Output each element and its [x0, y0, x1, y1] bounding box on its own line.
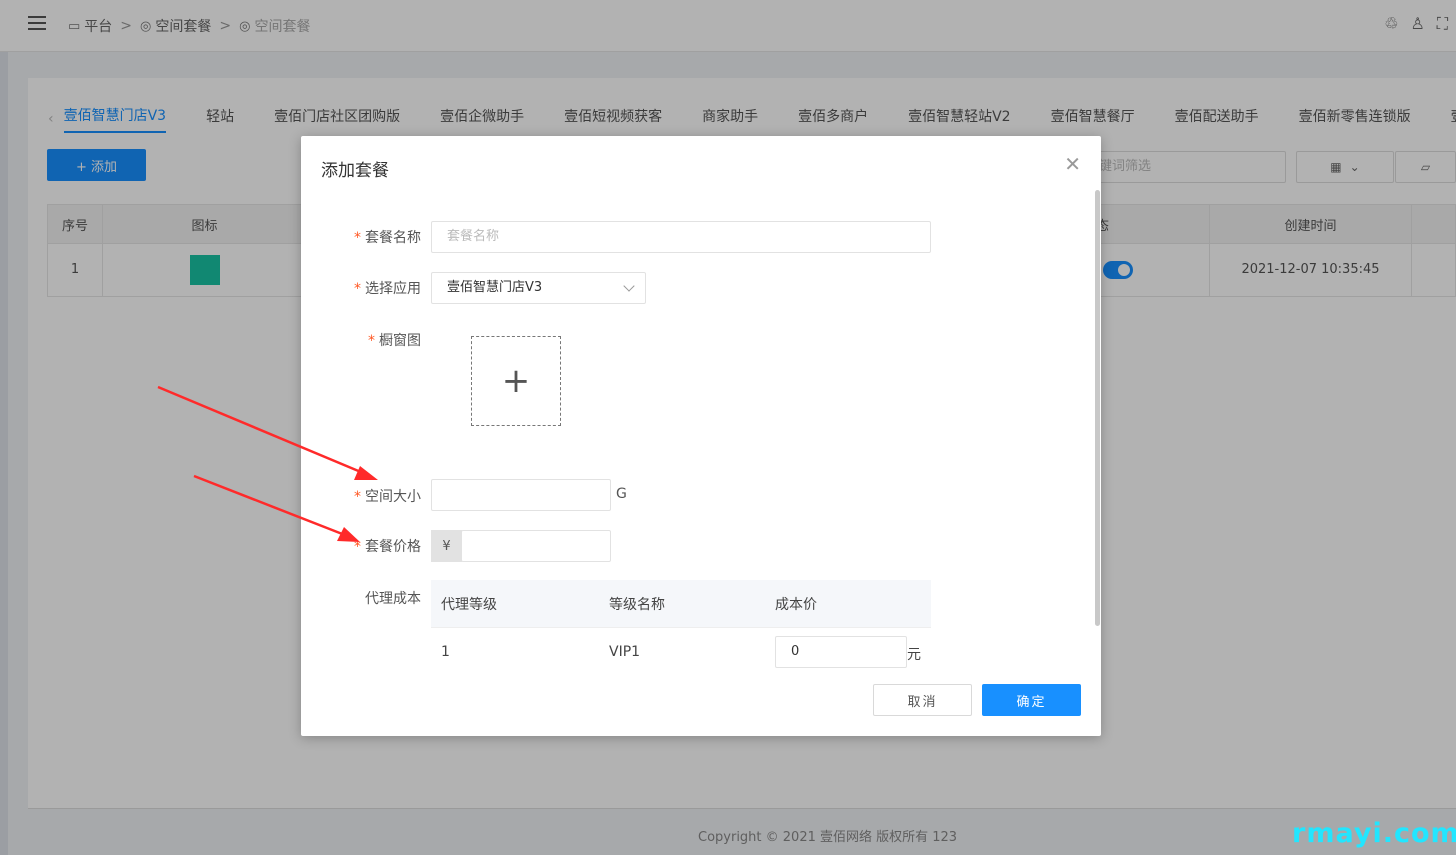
chevron-down-icon: [623, 280, 635, 292]
select-app-dropdown[interactable]: 壹佰智慧门店V3: [431, 272, 646, 304]
package-name-label: * 套餐名称: [354, 230, 421, 246]
table-row: 1 VIP1 0 元: [431, 628, 931, 676]
watermark-text: rmayi.com: [1292, 818, 1456, 849]
agent-header-level: 代理等级: [441, 596, 497, 613]
agent-level-name: VIP1: [609, 644, 641, 660]
package-name-input[interactable]: 套餐名称: [431, 221, 931, 253]
package-price-input[interactable]: [461, 530, 611, 562]
agent-table-header: 代理等级 等级名称 成本价: [431, 580, 931, 628]
package-price-label: * 套餐价格: [354, 539, 421, 555]
agent-header-name: 等级名称: [609, 596, 665, 613]
select-app-label: * 选择应用: [354, 281, 421, 297]
agent-cost-input[interactable]: 0: [775, 636, 907, 668]
price-prefix: ¥: [431, 530, 462, 562]
agent-header-cost: 成本价: [775, 596, 817, 613]
space-size-input[interactable]: [431, 479, 611, 511]
showcase-image-label: * 橱窗图: [368, 333, 421, 349]
image-upload-button[interactable]: +: [471, 336, 561, 426]
add-package-modal: 添加套餐 ✕ * 套餐名称 套餐名称 * 选择应用 壹佰智慧门店V3 * 橱窗图 + …: [301, 136, 1101, 736]
close-icon[interactable]: ✕: [1064, 154, 1081, 174]
agent-cost-label: 代理成本: [365, 591, 421, 607]
plus-icon: +: [501, 361, 531, 401]
agent-level: 1: [441, 644, 450, 660]
select-app-value: 壹佰智慧门店V3: [447, 280, 543, 295]
modal-scrollbar[interactable]: [1095, 190, 1100, 626]
agent-cost-table: 代理等级 等级名称 成本价 1 VIP1 0 元: [431, 580, 931, 676]
cancel-button[interactable]: 取消: [873, 684, 972, 716]
space-size-unit: G: [616, 486, 627, 502]
space-size-label: * 空间大小: [354, 489, 421, 505]
modal-title: 添加套餐: [321, 161, 389, 181]
agent-cost-unit: 元: [907, 647, 921, 663]
agent-cost-cell: 0 元: [765, 628, 931, 676]
confirm-button[interactable]: 确定: [982, 684, 1081, 716]
